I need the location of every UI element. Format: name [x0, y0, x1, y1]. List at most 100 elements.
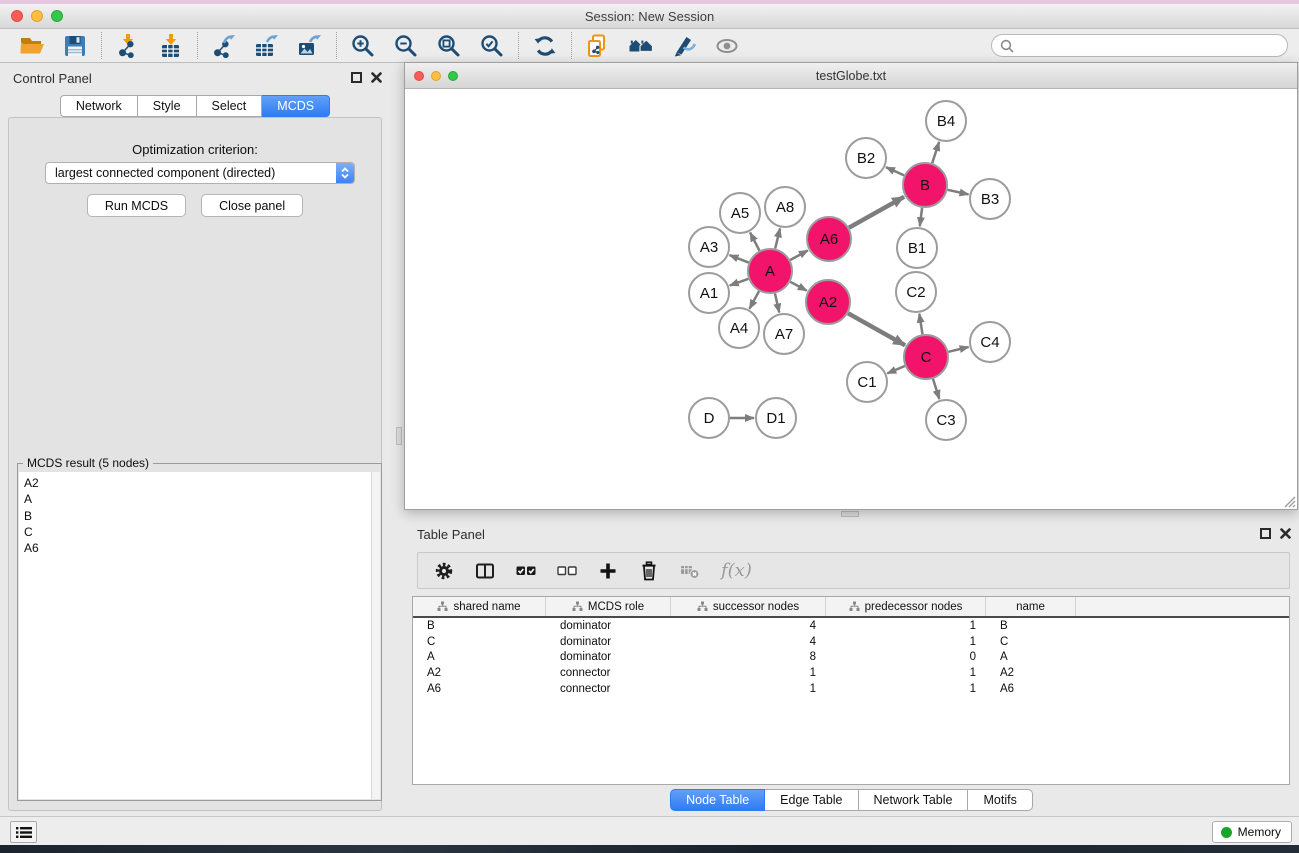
memory-button[interactable]: Memory — [1212, 821, 1292, 843]
result-item[interactable]: C — [24, 524, 371, 540]
import-network-icon[interactable] — [115, 33, 141, 59]
export-image-icon[interactable] — [297, 33, 323, 59]
column-header-shared-name[interactable]: shared name — [413, 597, 546, 616]
minimize-window-button[interactable] — [31, 10, 43, 22]
column-header-predecessor-nodes[interactable]: predecessor nodes — [826, 597, 986, 616]
node-B2[interactable]: B2 — [846, 138, 886, 178]
refresh-layout-icon[interactable] — [532, 33, 558, 59]
network-minimize-button[interactable] — [431, 71, 441, 81]
export-table-icon[interactable] — [254, 33, 280, 59]
network-graph[interactable]: B4B2BB3A8A5A6A3B1AC2A1A2A4A7C4CC1C3DD1 — [405, 89, 1297, 509]
zoom-in-icon[interactable] — [350, 33, 376, 59]
node-C3[interactable]: C3 — [926, 400, 966, 440]
table-row[interactable]: A2connector11A2 — [413, 665, 1289, 681]
table-row[interactable]: Cdominator41C — [413, 634, 1289, 650]
node-B4[interactable]: B4 — [926, 101, 966, 141]
column-header-name[interactable]: name — [986, 597, 1076, 616]
node-A1[interactable]: A1 — [689, 273, 729, 313]
import-table-icon[interactable] — [158, 33, 184, 59]
table-row[interactable]: A6connector11A6 — [413, 681, 1289, 697]
edge-B-B4[interactable] — [932, 142, 939, 163]
edge-A-A8[interactable] — [775, 228, 780, 248]
node-A6[interactable]: A6 — [807, 217, 851, 261]
show-graphics-details-eye-icon[interactable] — [714, 33, 740, 59]
close-window-button[interactable] — [11, 10, 23, 22]
add-column-icon[interactable] — [598, 561, 618, 581]
tab-node-table[interactable]: Node Table — [670, 789, 765, 811]
table-row[interactable]: Adominator80A — [413, 650, 1289, 666]
node-A4[interactable]: A4 — [719, 308, 759, 348]
save-session-icon[interactable] — [62, 33, 88, 59]
node-A2[interactable]: A2 — [806, 280, 850, 324]
edge-A-A6[interactable] — [790, 250, 808, 260]
close-panel-icon[interactable] — [371, 72, 382, 83]
edge-C-C3[interactable] — [933, 379, 939, 399]
settings-gear-icon[interactable] — [434, 561, 454, 581]
edge-A-A3[interactable] — [730, 255, 749, 263]
tab-edge-table[interactable]: Edge Table — [765, 789, 858, 811]
tab-network[interactable]: Network — [60, 95, 138, 117]
node-A7[interactable]: A7 — [764, 314, 804, 354]
close-table-panel-icon[interactable] — [1280, 528, 1291, 539]
node-B[interactable]: B — [903, 163, 947, 207]
maximize-window-button[interactable] — [51, 10, 63, 22]
node-B1[interactable]: B1 — [897, 228, 937, 268]
search-input[interactable] — [1019, 39, 1279, 53]
clone-network-icon[interactable] — [585, 33, 611, 59]
edge-A-A2[interactable] — [790, 282, 807, 291]
column-header-successor-nodes[interactable]: successor nodes — [671, 597, 826, 616]
result-item[interactable]: A2 — [24, 475, 371, 491]
edge-A2-C[interactable] — [848, 313, 905, 345]
zoom-out-icon[interactable] — [393, 33, 419, 59]
edge-A-A5[interactable] — [750, 233, 759, 251]
run-mcds-button[interactable]: Run MCDS — [87, 194, 186, 217]
vertical-splitter-handle[interactable] — [396, 427, 402, 445]
node-B3[interactable]: B3 — [970, 179, 1010, 219]
edge-C-C4[interactable] — [948, 347, 968, 352]
column-header-MCDS-role[interactable]: MCDS role — [546, 597, 671, 616]
result-item[interactable]: A — [24, 491, 371, 507]
horizontal-splitter-handle[interactable] — [841, 511, 859, 517]
edge-A6-B[interactable] — [849, 197, 904, 228]
open-file-icon[interactable] — [19, 33, 45, 59]
export-network-icon[interactable] — [211, 33, 237, 59]
deselect-all-icon[interactable] — [557, 561, 577, 581]
result-list-scrollbar[interactable] — [371, 472, 380, 799]
node-A3[interactable]: A3 — [689, 227, 729, 267]
network-close-button[interactable] — [414, 71, 424, 81]
node-A5[interactable]: A5 — [720, 193, 760, 233]
tab-select[interactable]: Select — [197, 95, 263, 117]
edge-A-A1[interactable] — [730, 279, 749, 286]
network-maximize-button[interactable] — [448, 71, 458, 81]
table-row[interactable]: Bdominator41B — [413, 618, 1289, 634]
float-table-panel-icon[interactable] — [1260, 528, 1271, 539]
edge-A-A4[interactable] — [750, 291, 760, 309]
node-C[interactable]: C — [904, 335, 948, 379]
float-panel-icon[interactable] — [351, 72, 362, 83]
split-view-icon[interactable] — [475, 561, 495, 581]
network-canvas[interactable]: B4B2BB3A8A5A6A3B1AC2A1A2A4A7C4CC1C3DD1 — [405, 89, 1297, 509]
node-D1[interactable]: D1 — [756, 398, 796, 438]
criterion-dropdown[interactable]: largest connected component (directed) — [45, 162, 355, 184]
tab-network-table[interactable]: Network Table — [859, 789, 969, 811]
edge-B-B2[interactable] — [886, 167, 904, 175]
resize-grip-icon[interactable] — [1282, 494, 1296, 508]
delete-columns-trash-icon[interactable] — [639, 561, 659, 581]
node-C1[interactable]: C1 — [847, 362, 887, 402]
tab-mcds[interactable]: MCDS — [262, 95, 330, 117]
node-C2[interactable]: C2 — [896, 272, 936, 312]
select-all-icon[interactable] — [516, 561, 536, 581]
show-panels-button[interactable] — [10, 821, 37, 843]
search-field[interactable] — [991, 34, 1288, 57]
edge-C-C1[interactable] — [887, 366, 905, 373]
network-window-titlebar[interactable]: testGlobe.txt — [405, 63, 1297, 89]
result-item[interactable]: B — [24, 508, 371, 524]
node-C4[interactable]: C4 — [970, 322, 1010, 362]
close-panel-button[interactable]: Close panel — [201, 194, 303, 217]
result-item[interactable]: A6 — [24, 540, 371, 556]
edge-C-C2[interactable] — [919, 314, 922, 335]
node-D[interactable]: D — [689, 398, 729, 438]
zoom-selected-icon[interactable] — [479, 33, 505, 59]
tab-style[interactable]: Style — [138, 95, 197, 117]
zoom-fit-icon[interactable] — [436, 33, 462, 59]
